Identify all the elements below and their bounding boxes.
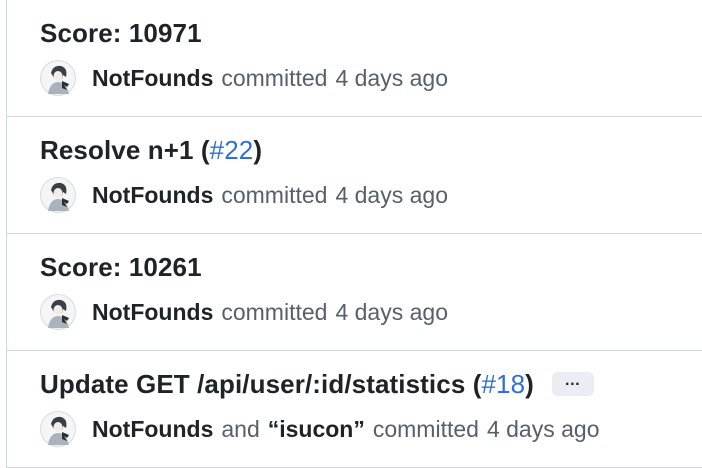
commit-title-link[interactable]: Score: 10971 xyxy=(40,18,202,49)
commit-list: Score: 10971 NotFounds committed 4 days … xyxy=(6,0,702,468)
commit-meta: NotFounds committed 4 days ago xyxy=(40,177,448,213)
commit-title-link[interactable]: Resolve n+1 ( xyxy=(40,135,210,165)
author-link[interactable]: NotFounds xyxy=(92,299,213,326)
commit-title-link-close[interactable]: ) xyxy=(253,135,262,165)
commit-meta: NotFounds committed 4 days ago xyxy=(40,294,448,330)
commit-title-link-close[interactable]: ) xyxy=(525,369,534,399)
author-link[interactable]: NotFounds xyxy=(92,416,213,443)
commit-title-line: Update GET /api/user/:id/statistics (#18… xyxy=(40,367,594,401)
relative-time: 4 days ago xyxy=(335,181,448,208)
commit-title-line: Score: 10971 xyxy=(40,16,202,50)
commit-title-link[interactable]: Score: 10261 xyxy=(40,252,202,283)
expand-description-button[interactable]: … xyxy=(551,372,594,396)
commit-row: Score: 10261 NotFounds committed 4 days … xyxy=(7,234,702,351)
commit-title-line: Score: 10261 xyxy=(40,250,202,284)
ellipsis-icon: … xyxy=(564,372,582,389)
commit-meta: NotFounds and “isucon” committed 4 days … xyxy=(40,411,599,447)
avatar-icon[interactable] xyxy=(40,294,76,330)
committed-label: committed xyxy=(221,181,328,208)
author-link[interactable]: NotFounds xyxy=(92,65,213,92)
commit-title-link[interactable]: Update GET /api/user/:id/statistics ( xyxy=(40,369,481,399)
avatar-icon[interactable] xyxy=(40,177,76,213)
relative-time: 4 days ago xyxy=(335,64,448,91)
commit-row: Update GET /api/user/:id/statistics (#18… xyxy=(7,351,702,468)
commit-row: Score: 10971 NotFounds committed 4 days … xyxy=(7,0,702,117)
committed-label: committed xyxy=(372,415,479,442)
avatar-icon[interactable] xyxy=(40,60,76,96)
relative-time: 4 days ago xyxy=(335,298,448,325)
committed-label: committed xyxy=(221,64,328,91)
author-link[interactable]: NotFounds xyxy=(92,182,213,209)
coauthor-name[interactable]: “isucon” xyxy=(268,416,365,443)
commit-title-line: Resolve n+1 (#22) xyxy=(40,133,262,167)
commit-row: Resolve n+1 (#22) NotFounds committed 4 … xyxy=(7,117,702,234)
relative-time: 4 days ago xyxy=(486,415,600,442)
pr-link[interactable]: #18 xyxy=(481,369,525,399)
commit-meta: NotFounds committed 4 days ago xyxy=(40,60,448,96)
avatar-icon[interactable] xyxy=(40,411,76,447)
committed-label: committed xyxy=(221,298,328,325)
pr-link[interactable]: #22 xyxy=(210,135,254,165)
and-label: and xyxy=(221,415,260,442)
